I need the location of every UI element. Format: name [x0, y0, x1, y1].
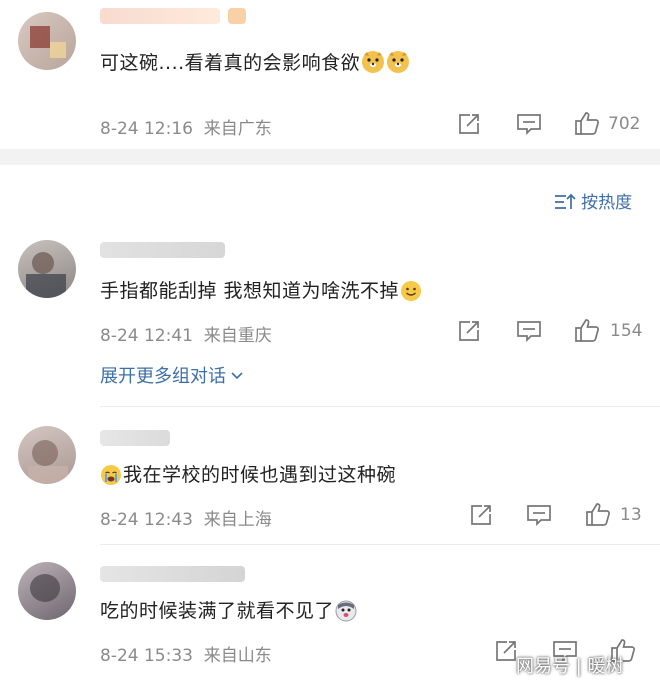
comment-location: 来自广东	[203, 119, 272, 139]
avatar[interactable]	[18, 426, 76, 484]
username[interactable]	[100, 430, 170, 446]
chevron-down-icon	[231, 366, 243, 385]
comment-icon[interactable]	[516, 112, 542, 140]
crying-emoji-icon	[100, 464, 122, 491]
watermark: 网易号 | 暖树	[516, 656, 624, 677]
comment-meta: 8-24 12:43 来自上海	[100, 505, 272, 530]
comment-text: 吃的时候装满了就看不见了	[100, 596, 357, 627]
thumbs-up-icon[interactable]	[574, 110, 600, 140]
username[interactable]	[100, 566, 245, 582]
expand-replies-label: 展开更多组对话	[100, 366, 226, 387]
avatar[interactable]	[18, 562, 76, 620]
sort-icon	[554, 192, 576, 216]
sort-button[interactable]: 按热度	[554, 188, 633, 213]
comment-meta: 8-24 12:16 来自广东	[100, 114, 272, 139]
comment-text: 手指都能刮掉 我想知道为啥洗不掉	[100, 276, 422, 307]
comment-location: 来自重庆	[203, 326, 272, 346]
comment-meta: 8-24 15:33 来自山东	[100, 641, 272, 666]
username[interactable]	[100, 242, 225, 258]
comment-location: 来自山东	[203, 646, 272, 666]
doge-emoji-icon	[361, 50, 385, 79]
comment-text-content: 吃的时候装满了就看不见了	[100, 600, 335, 622]
sort-label: 按热度	[581, 193, 633, 213]
expand-replies-link[interactable]: 展开更多组对话	[100, 362, 243, 388]
husky-emoji-icon	[335, 600, 357, 627]
comment-location: 来自上海	[203, 510, 272, 530]
section-separator	[0, 149, 660, 165]
avatar[interactable]	[18, 240, 76, 298]
comment-time: 8-24 15:33	[100, 646, 193, 666]
comment-icon[interactable]	[516, 319, 542, 347]
comment-time: 8-24 12:41	[100, 326, 193, 346]
like-count: 154	[610, 321, 643, 341]
username[interactable]	[100, 8, 220, 24]
comment-text-content: 可这碗....看着真的会影响食欲	[100, 52, 361, 74]
comment-text-content: 手指都能刮掉 我想知道为啥洗不掉	[100, 280, 400, 302]
avatar[interactable]	[18, 12, 76, 70]
repost-icon[interactable]	[457, 319, 481, 347]
like-count: 702	[608, 114, 641, 134]
user-badge	[228, 8, 246, 24]
repost-icon[interactable]	[457, 112, 481, 140]
comment-meta: 8-24 12:41 来自重庆	[100, 321, 272, 346]
like-count: 13	[620, 505, 642, 525]
thumbs-up-icon[interactable]	[585, 501, 611, 531]
comment-time: 8-24 12:43	[100, 510, 193, 530]
smile-emoji-icon	[400, 280, 422, 307]
divider	[100, 544, 660, 545]
repost-icon[interactable]	[469, 503, 493, 531]
thumbs-up-icon[interactable]	[574, 317, 600, 347]
comment-icon[interactable]	[526, 503, 552, 531]
comment-text-content: 我在学校的时候也遇到过这种碗	[123, 464, 397, 486]
comment-text: 可这碗....看着真的会影响食欲	[100, 48, 410, 79]
repost-icon[interactable]	[494, 639, 518, 667]
comment-text: 我在学校的时候也遇到过这种碗	[100, 460, 396, 491]
comment-time: 8-24 12:16	[100, 119, 193, 139]
doge-emoji-icon	[386, 50, 410, 79]
divider	[100, 406, 660, 407]
